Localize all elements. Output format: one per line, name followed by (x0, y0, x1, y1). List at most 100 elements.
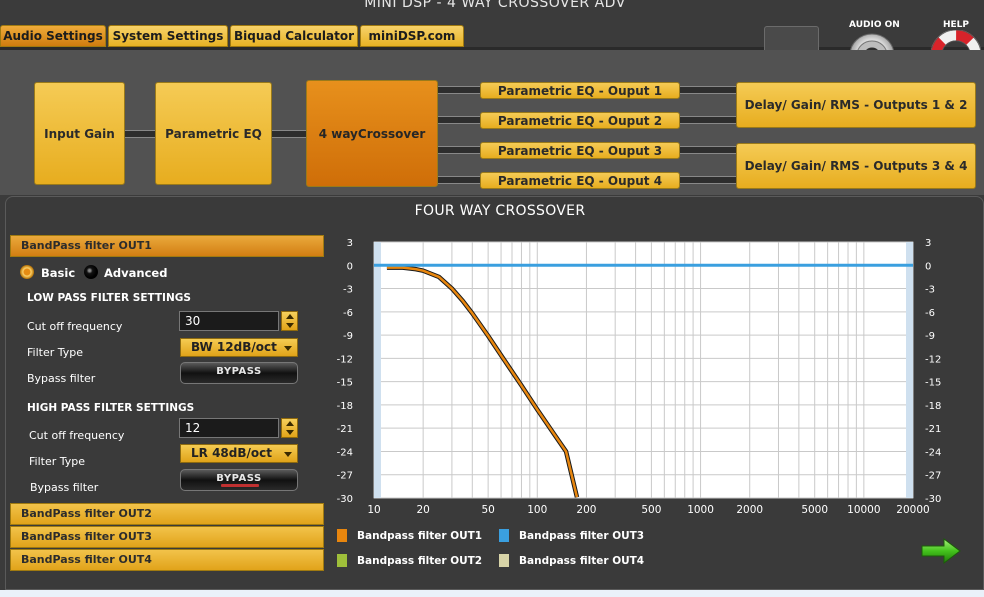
y-tick-label-left: -30 (337, 494, 353, 505)
y-tick-label-left: -24 (337, 447, 353, 458)
y-tick-label-left: -27 (337, 471, 353, 482)
legend-label-out1: Bandpass filter OUT1 (357, 530, 483, 542)
lpf-type-value: BW 12dB/oct (191, 340, 277, 354)
y-tick-label-left: -12 (337, 354, 353, 365)
legend-label-out2: Bandpass filter OUT2 (357, 555, 483, 567)
help-label: HELP (943, 20, 970, 30)
hpf-type-label: Filter Type (29, 455, 86, 468)
advanced-label: Advanced (104, 266, 168, 280)
lpf-cutoff-label: Cut off frequency (27, 320, 123, 333)
app-title: MINI DSP - 4 WAY CROSSOVER ADV (364, 0, 626, 11)
tab-system-settings[interactable]: System Settings (108, 25, 228, 47)
lpf-type-label: Filter Type (27, 346, 84, 359)
legend-swatch-out3 (499, 529, 509, 542)
y-tick-label-left: -9 (343, 331, 353, 342)
advanced-radio[interactable] (84, 265, 98, 279)
y-tick-label-right: -3 (925, 285, 935, 296)
basic-radio[interactable] (20, 265, 34, 279)
legend-label-out3: Bandpass filter OUT3 (519, 530, 645, 542)
tab-biquad-calculator[interactable]: Biquad Calculator (230, 25, 358, 47)
lpf-bypass-text: BYPASS (216, 366, 262, 377)
y-tick-label-left: -3 (343, 285, 353, 296)
legend-label-out4: Bandpass filter OUT4 (519, 555, 645, 567)
hpf-heading: HIGH PASS FILTER SETTINGS (27, 402, 195, 414)
bypass-indicator-led (221, 484, 259, 487)
wire-xover-out1 (437, 86, 481, 94)
wire-eq-crossover (271, 130, 307, 138)
parametric-eq-block[interactable]: Parametric EQ (155, 82, 272, 185)
wire-xover-out4 (437, 176, 481, 184)
x-tick-label: 2000 (736, 504, 763, 516)
hpf-bypass-label: Bypass filter (30, 481, 99, 494)
y-tick-label-left: -21 (337, 424, 353, 435)
y-tick-label-left: -18 (337, 401, 353, 412)
legend-swatch-out4 (499, 554, 509, 567)
y-tick-label-right: -15 (925, 378, 941, 389)
section-bandpass-out3[interactable]: BandPass filter OUT3 (10, 526, 324, 548)
hpf-type-select[interactable]: LR 48dB/oct (180, 444, 298, 463)
y-tick-label-left: -6 (343, 308, 353, 319)
peq-output-2-block[interactable]: Parametric EQ - Ouput 2 (480, 112, 680, 129)
y-tick-label-right: -27 (925, 471, 941, 482)
y-tick-label-right: 0 (925, 261, 931, 272)
y-tick-label-right: -21 (925, 424, 941, 435)
tab-audio-settings[interactable]: Audio Settings (0, 25, 106, 47)
chevron-down-icon (284, 452, 292, 457)
y-tick-label-right: -6 (925, 308, 935, 319)
hpf-bypass-button[interactable]: BYPASS (180, 469, 298, 491)
app-window: MINI DSP - 4 WAY CROSSOVER ADV Audio Set… (0, 0, 984, 590)
wire-gain-eq (124, 130, 156, 138)
wire-out2-delay (679, 116, 737, 124)
audio-on-label: AUDIO ON (849, 20, 900, 30)
lpf-cutoff-stepper[interactable] (281, 311, 298, 331)
hpf-bypass-text: BYPASS (216, 473, 262, 484)
x-tick-label: 100 (527, 504, 547, 516)
lpf-type-select[interactable]: BW 12dB/oct (180, 338, 298, 357)
crossover-block[interactable]: 4 wayCrossover (306, 80, 438, 187)
x-tick-label: 10000 (847, 504, 880, 516)
y-tick-label-right: 3 (925, 238, 931, 249)
y-tick-label-left: 0 (347, 261, 353, 272)
panel-title: FOUR WAY CROSSOVER (414, 203, 586, 219)
input-gain-block[interactable]: Input Gain (34, 82, 125, 185)
y-tick-label-right: -12 (925, 354, 941, 365)
x-tick-label: 500 (641, 504, 661, 516)
x-tick-label: 5000 (801, 504, 828, 516)
section-bandpass-out1[interactable]: BandPass filter OUT1 (10, 235, 324, 257)
hpf-cutoff-label: Cut off frequency (29, 429, 125, 442)
y-tick-label-right: -24 (925, 447, 941, 458)
plot-background (373, 241, 914, 499)
legend-swatch-out1 (337, 529, 347, 542)
wire-xover-out3 (437, 146, 481, 154)
peq-output-1-block[interactable]: Parametric EQ - Ouput 1 (480, 82, 680, 99)
y-tick-label-right: -18 (925, 401, 941, 412)
x-tick-label: 20000 (896, 504, 929, 516)
x-tick-label: 200 (576, 504, 596, 516)
delay-gain-rms-34-block[interactable]: Delay/ Gain/ RMS - Outputs 3 & 4 (736, 143, 976, 189)
x-tick-label: 50 (481, 504, 494, 516)
peq-output-4-block[interactable]: Parametric EQ - Ouput 4 (480, 172, 680, 189)
next-arrow-icon[interactable] (920, 537, 962, 565)
hpf-type-value: LR 48dB/oct (191, 446, 272, 460)
x-tick-label: 10 (367, 504, 380, 516)
delay-gain-rms-12-block[interactable]: Delay/ Gain/ RMS - Outputs 1 & 2 (736, 82, 976, 128)
lpf-bypass-button[interactable]: BYPASS (180, 362, 298, 384)
right-range-bar (906, 242, 913, 498)
section-bandpass-out2[interactable]: BandPass filter OUT2 (10, 503, 324, 525)
tab-minidsp-com[interactable]: miniDSP.com (360, 25, 464, 47)
lpf-heading: LOW PASS FILTER SETTINGS (27, 292, 191, 304)
x-tick-label: 20 (416, 504, 429, 516)
peq-output-3-block[interactable]: Parametric EQ - Ouput 3 (480, 142, 680, 159)
lpf-cutoff-input[interactable]: 30 (179, 311, 279, 331)
y-tick-label-left: -15 (337, 378, 353, 389)
wire-xover-out2 (437, 116, 481, 124)
section-bandpass-out4[interactable]: BandPass filter OUT4 (10, 549, 324, 571)
basic-label: Basic (41, 266, 76, 280)
hpf-cutoff-input[interactable]: 12 (179, 418, 279, 438)
x-tick-label: 1000 (687, 504, 714, 516)
left-range-bar (374, 242, 381, 498)
y-tick-label-left: 3 (347, 238, 353, 249)
legend-swatch-out2 (337, 554, 347, 567)
hpf-cutoff-stepper[interactable] (281, 418, 298, 438)
wire-out4-delay (679, 176, 737, 184)
